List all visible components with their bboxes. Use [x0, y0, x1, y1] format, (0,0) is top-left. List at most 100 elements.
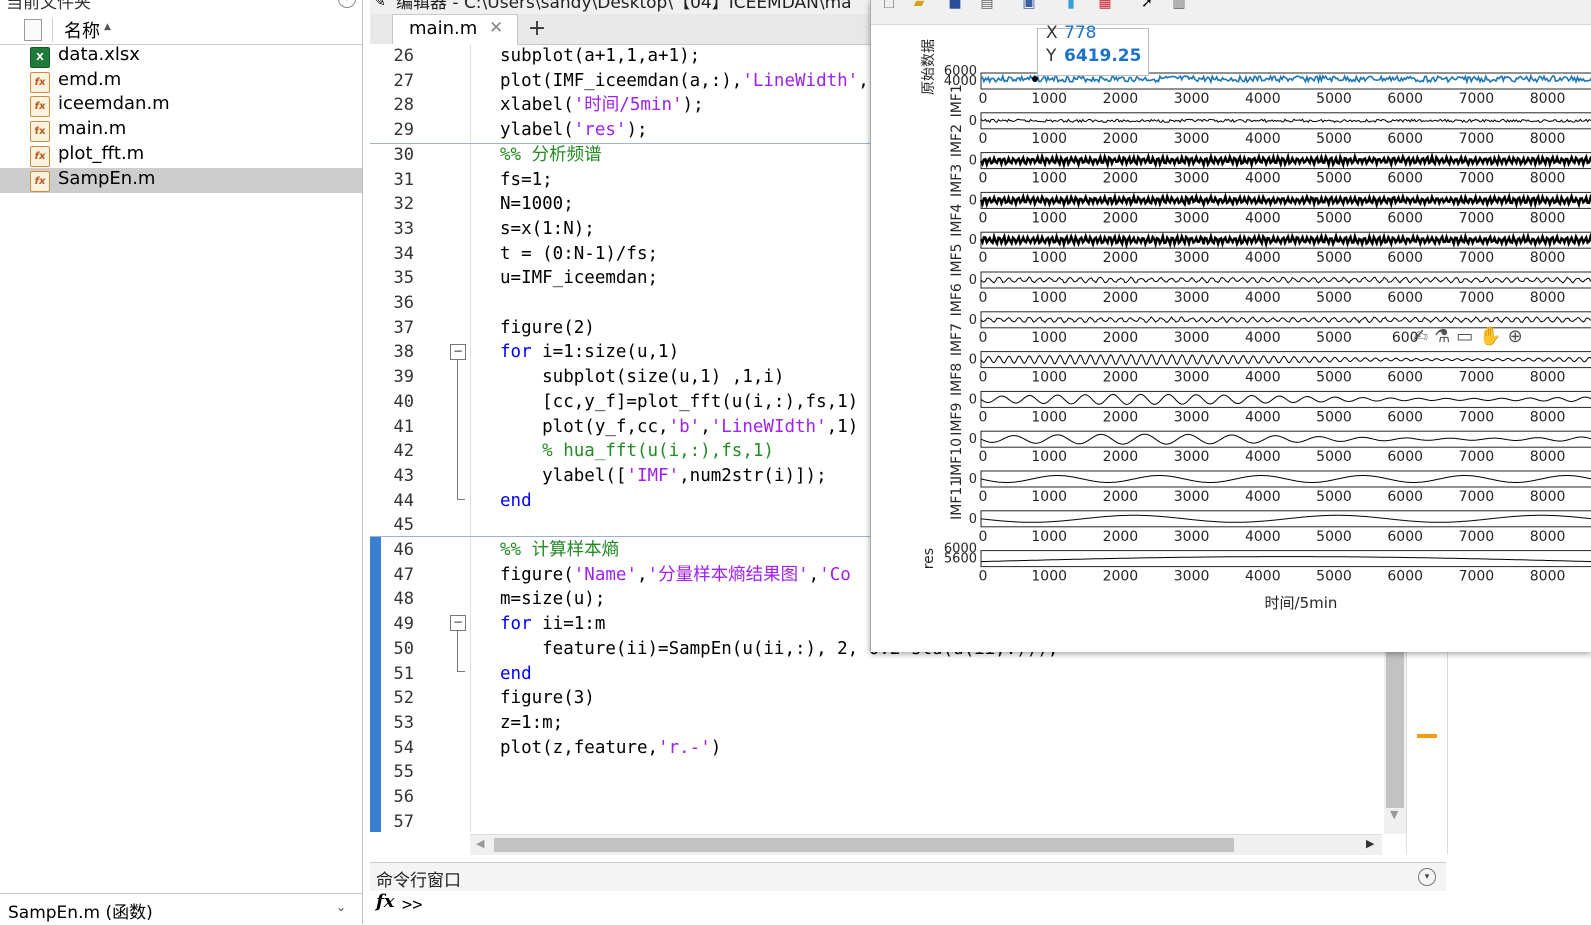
line-number[interactable]: 52	[370, 686, 414, 711]
line-number[interactable]: 46	[370, 538, 414, 563]
code-line[interactable]: plot(y_f,cc,'b','LineWIdth',1)	[500, 415, 858, 440]
scroll-down-icon[interactable]: ▼	[1390, 808, 1398, 821]
line-number[interactable]: 57	[370, 810, 414, 835]
line-number[interactable]: 35	[370, 266, 414, 291]
close-icon[interactable]: ✕	[489, 18, 503, 38]
datatip-marker[interactable]	[1032, 76, 1038, 82]
fold-toggle-icon[interactable]: −	[450, 615, 466, 631]
tab-main-m[interactable]: main.m ✕	[392, 14, 518, 45]
chevron-down-icon[interactable]: ⌄	[336, 900, 346, 914]
code-line[interactable]: subplot(size(u,1) ,1,i)	[500, 365, 784, 390]
panel-menu-icon[interactable]: ▾	[338, 0, 356, 8]
code-line[interactable]: plot(IMF_iceemdan(a,:),'LineWidth',	[500, 69, 869, 94]
panel-icon[interactable]: ▥	[1169, 0, 1189, 13]
scroll-right-icon[interactable]: ▶	[1366, 837, 1374, 850]
code-line[interactable]: subplot(a+1,1,a+1);	[500, 44, 700, 69]
line-number[interactable]: 45	[370, 513, 414, 538]
zoom-in-icon[interactable]: ⊕	[1508, 326, 1523, 347]
code-line[interactable]: fs=1;	[500, 168, 553, 193]
name-column-header[interactable]: 名称	[64, 17, 100, 43]
line-number[interactable]: 39	[370, 365, 414, 390]
code-line[interactable]: figure(2)	[500, 316, 595, 341]
print-icon[interactable]: ▤	[977, 0, 997, 13]
line-number[interactable]: 53	[370, 711, 414, 736]
code-line[interactable]: [cc,y_f]=plot_fft(u(i,:),fs,1)	[500, 390, 858, 415]
sort-ascending-icon[interactable]: ▲	[104, 22, 111, 32]
pointer-icon[interactable]: ➚	[1137, 0, 1157, 13]
code-line[interactable]: figure(3)	[500, 686, 595, 711]
line-number[interactable]: 29	[370, 118, 414, 143]
fold-toggle-icon[interactable]: −	[450, 344, 466, 360]
code-line[interactable]: ylabel(['IMF',num2str(i)]);	[500, 464, 827, 489]
line-number[interactable]: 31	[370, 168, 414, 193]
code-line[interactable]: s=x(1:N);	[500, 217, 595, 242]
scrollbar-thumb[interactable]	[1386, 648, 1404, 808]
code-line[interactable]: end	[500, 489, 532, 514]
scroll-left-icon[interactable]: ◀	[476, 837, 484, 850]
file-item[interactable]: fx main.m	[0, 118, 362, 143]
data-tip[interactable]: X 778 Y 6419.25	[1037, 23, 1149, 76]
command-prompt[interactable]: >>	[402, 895, 422, 915]
code-line[interactable]: %% 分析频谱	[500, 143, 602, 168]
code-line[interactable]: t = (0:N-1)/fs;	[500, 242, 658, 267]
subplot-axes[interactable]	[980, 550, 1591, 568]
code-line[interactable]: m=size(u);	[500, 587, 605, 612]
code-line[interactable]: %% 计算样本熵	[500, 538, 619, 563]
line-number[interactable]: 47	[370, 563, 414, 588]
code-line[interactable]: for ii=1:m	[500, 612, 605, 637]
line-number[interactable]: 48	[370, 587, 414, 612]
line-number[interactable]: 54	[370, 736, 414, 761]
file-item[interactable]: fx plot_fft.m	[0, 143, 362, 168]
file-item[interactable]: Xdata.xlsx	[0, 44, 362, 69]
file-item[interactable]: fx SampEn.m	[0, 167, 362, 193]
code-line[interactable]: xlabel('时间/5min');	[500, 93, 704, 118]
line-number[interactable]: 49	[370, 612, 414, 637]
legend-icon[interactable]: ▦	[1095, 0, 1115, 13]
code-line[interactable]: plot(z,feature,'r.-')	[500, 736, 721, 761]
function-browser-icon[interactable]: fx	[376, 891, 394, 912]
line-number[interactable]: 34	[370, 242, 414, 267]
line-number[interactable]: 30	[370, 143, 414, 168]
column-divider[interactable]	[52, 18, 53, 42]
code-line[interactable]: N=1000;	[500, 192, 574, 217]
line-number[interactable]: 33	[370, 217, 414, 242]
save-icon[interactable]: ■	[945, 0, 965, 13]
file-item[interactable]: fx emd.m	[0, 69, 362, 94]
line-number[interactable]: 42	[370, 439, 414, 464]
line-number[interactable]: 44	[370, 489, 414, 514]
code-line[interactable]: z=1:m;	[500, 711, 563, 736]
line-number[interactable]: 37	[370, 316, 414, 341]
data-cursor-icon[interactable]: ⚗	[1434, 326, 1450, 347]
line-number[interactable]: 36	[370, 291, 414, 316]
file-item[interactable]: fx iceemdan.m	[0, 93, 362, 118]
line-number[interactable]: 32	[370, 192, 414, 217]
line-number[interactable]: 43	[370, 464, 414, 489]
command-window[interactable]: fx >>	[370, 891, 1446, 924]
line-number[interactable]: 50	[370, 637, 414, 662]
datatip-icon[interactable]: ▭	[1456, 326, 1473, 347]
code-line[interactable]: u=IMF_iceemdan;	[500, 266, 658, 291]
new-file-icon[interactable]: 🗋	[879, 0, 899, 13]
vertical-scrollbar[interactable]: ▼	[1384, 648, 1406, 834]
scrollbar-thumb[interactable]	[494, 838, 1234, 852]
details-bar[interactable]: SampEn.m (函数) ⌄	[0, 893, 362, 925]
line-number[interactable]: 55	[370, 760, 414, 785]
warning-marker[interactable]	[1417, 734, 1437, 738]
line-number[interactable]: 26	[370, 44, 414, 69]
code-line[interactable]: for i=1:size(u,1)	[500, 340, 679, 365]
line-number[interactable]: 51	[370, 662, 414, 687]
colorbar-icon[interactable]: ▮	[1061, 0, 1081, 13]
line-number[interactable]: 27	[370, 69, 414, 94]
line-number[interactable]: 56	[370, 785, 414, 810]
horizontal-scrollbar[interactable]: ◀ ▶	[470, 834, 1382, 855]
code-line[interactable]: ylabel('res');	[500, 118, 648, 143]
line-number[interactable]: 41	[370, 415, 414, 440]
brush-icon[interactable]: ✍	[1413, 326, 1428, 347]
code-line[interactable]: end	[500, 662, 532, 687]
line-number[interactable]: 40	[370, 390, 414, 415]
code-line[interactable]: % hua_fft(u(i,:),fs,1)	[500, 439, 774, 464]
panel-menu-icon[interactable]: ▾	[1418, 868, 1436, 886]
new-tab-button[interactable]: +	[522, 14, 552, 44]
line-number[interactable]: 28	[370, 93, 414, 118]
pan-icon[interactable]: ✋	[1479, 326, 1501, 347]
